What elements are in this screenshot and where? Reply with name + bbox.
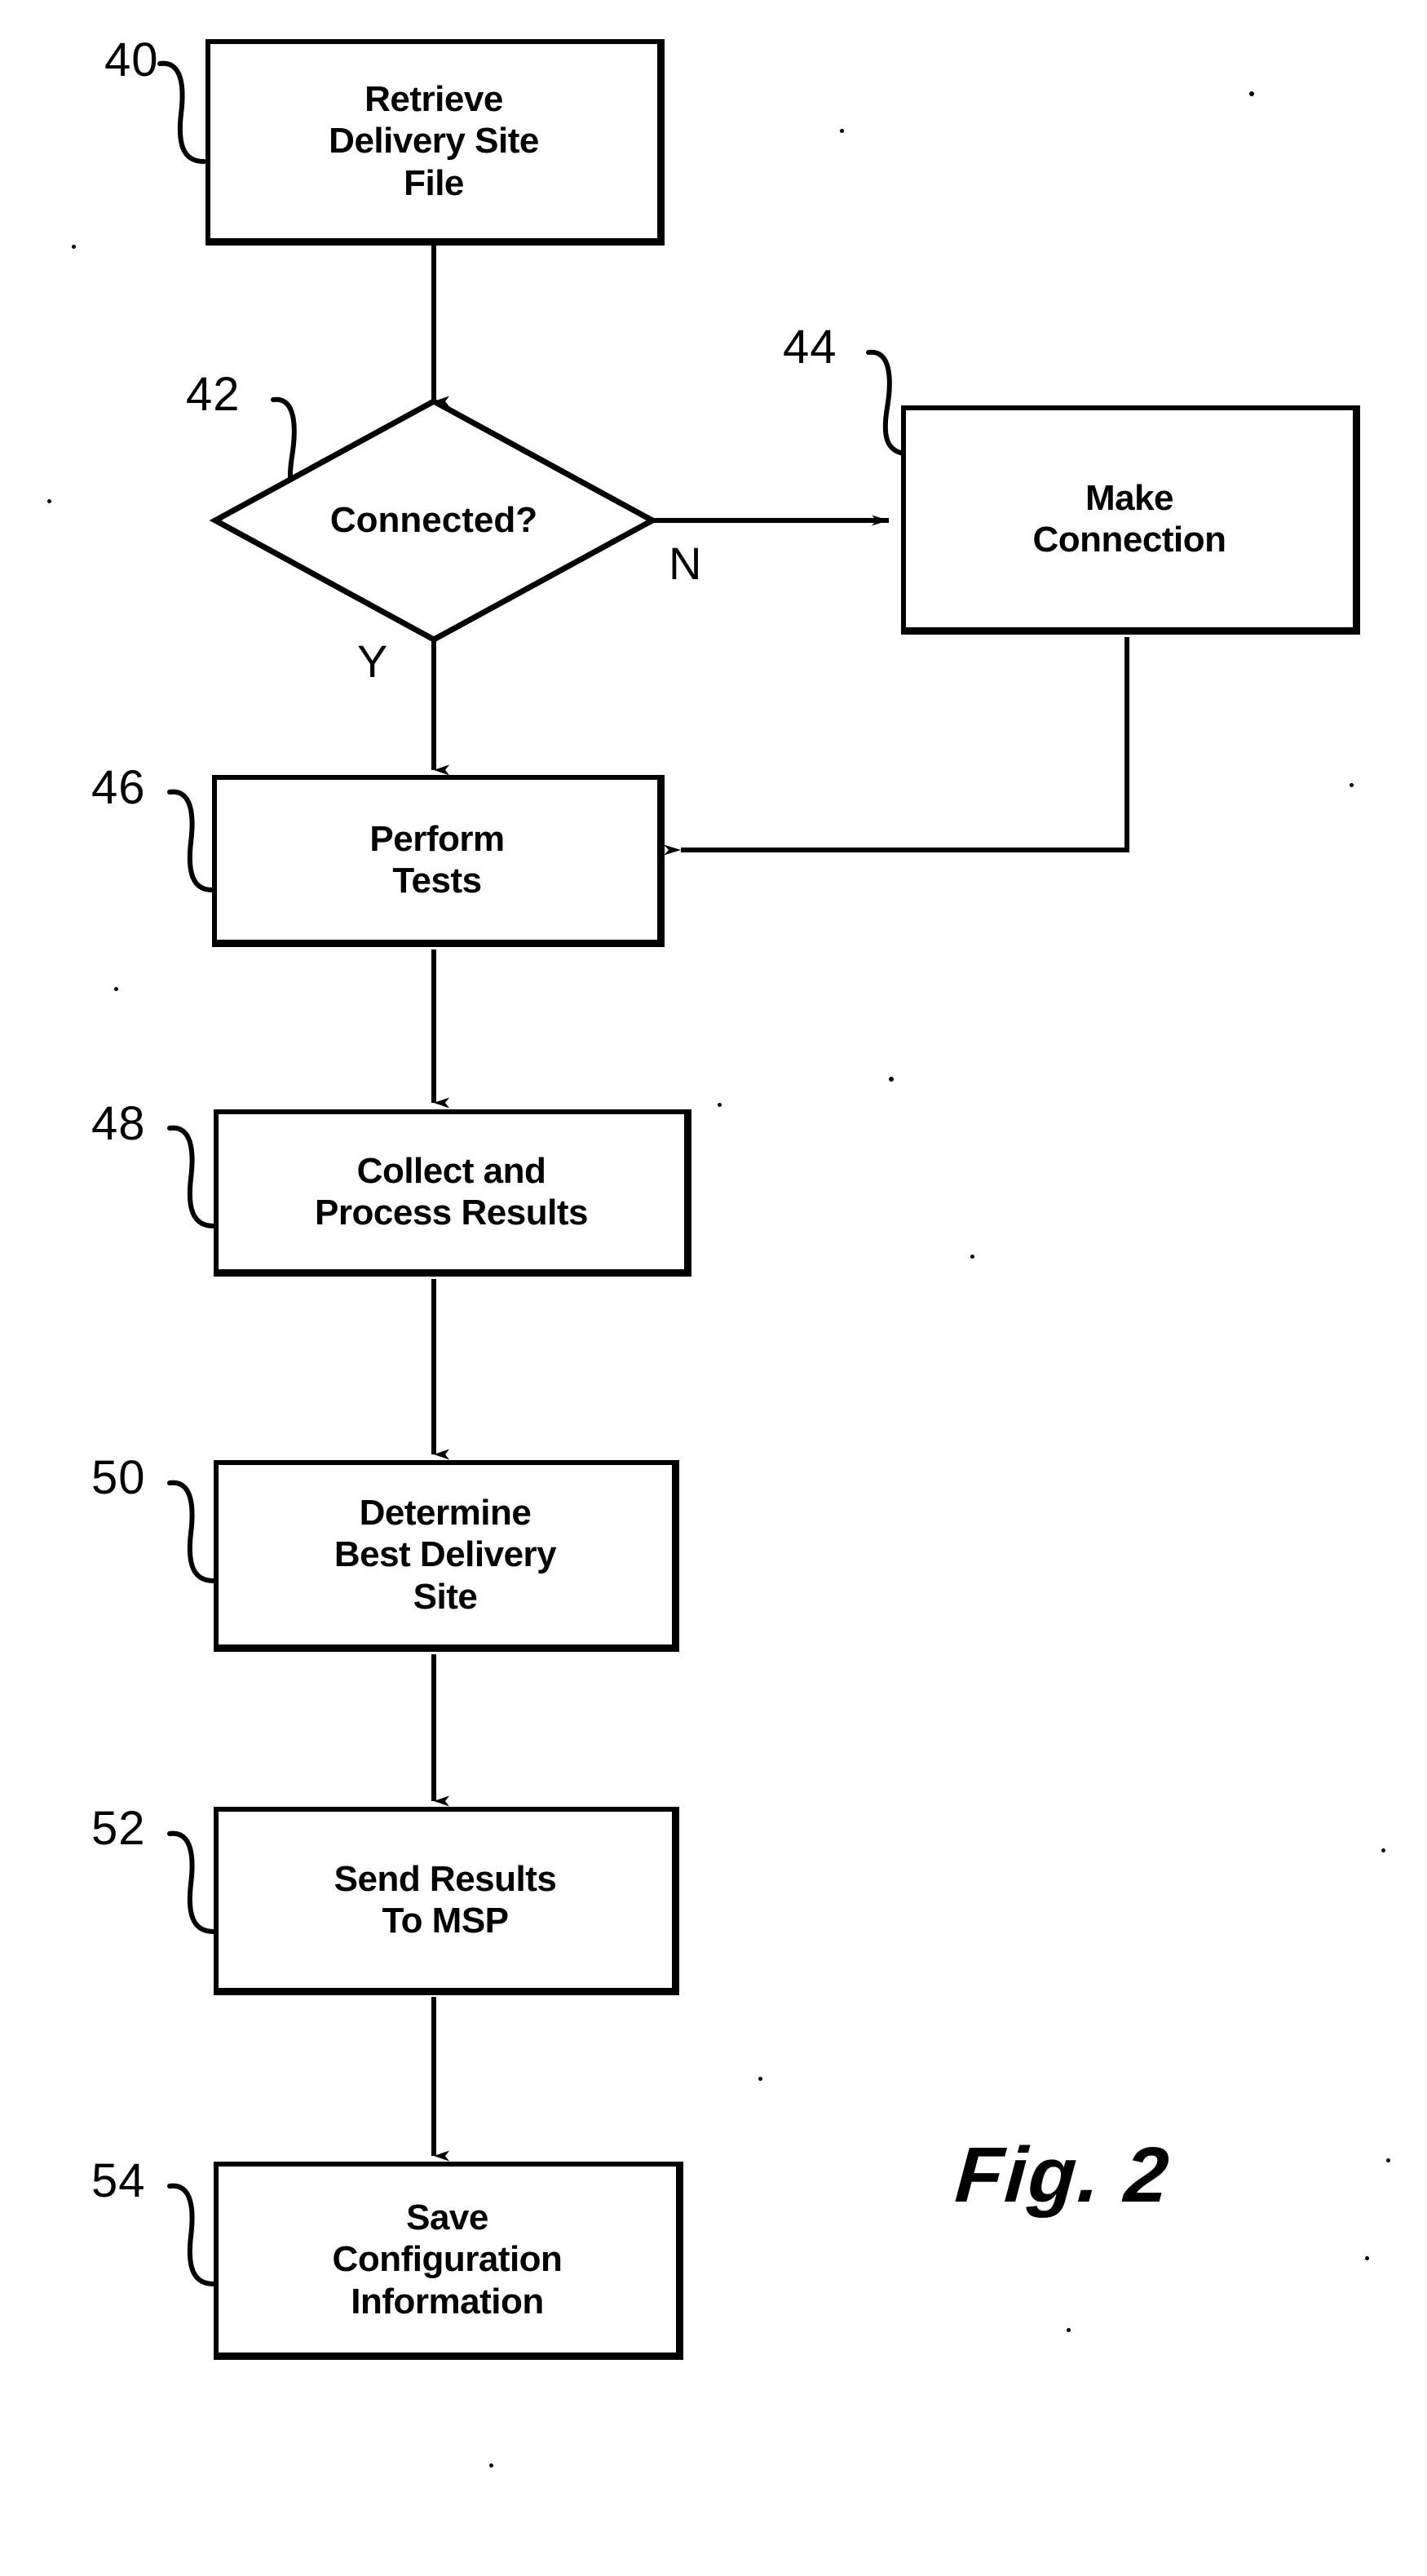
node-label: Save Configuration Information (332, 2197, 563, 2321)
ref-num-44: 44 (783, 321, 837, 374)
ref-num-46: 46 (91, 761, 146, 814)
node-label: Send Results To MSP (334, 1858, 557, 1941)
node-label: Connected? (329, 500, 538, 540)
ref-num-42: 42 (186, 368, 241, 421)
node-send-results-to-msp: Send Results To MSP (214, 1807, 679, 1995)
branch-label-yes: Y (357, 635, 388, 687)
leader-44 (866, 349, 906, 456)
scan-speck (840, 129, 844, 133)
ref-num-52: 52 (91, 1802, 146, 1855)
scan-speck (889, 1077, 894, 1082)
node-connected-decision: Connected? (215, 401, 652, 640)
figure-caption: Fig. 2 (952, 2131, 1173, 2219)
patent-figure: Retrieve Delivery Site File Make Connect… (0, 0, 1427, 2576)
node-label: Collect and Process Results (315, 1150, 588, 1233)
scan-speck (114, 987, 118, 991)
node-label: Determine Best Delivery Site (334, 1492, 557, 1617)
node-label: Perform Tests (369, 818, 505, 901)
leader-54 (167, 2183, 216, 2286)
edge-44-to-46 (664, 637, 1129, 856)
node-collect-and-process-results: Collect and Process Results (214, 1109, 691, 1277)
ref-num-50: 50 (91, 1451, 146, 1504)
node-determine-best-delivery-site: Determine Best Delivery Site (214, 1460, 679, 1652)
ref-num-54: 54 (91, 2154, 146, 2207)
scan-speck (1365, 2256, 1369, 2260)
node-save-configuration-information: Save Configuration Information (214, 2162, 683, 2360)
leader-46 (167, 789, 214, 892)
scan-speck (1067, 2328, 1071, 2332)
branch-label-no: N (669, 538, 702, 589)
scan-speck (47, 499, 51, 503)
leader-50 (167, 1480, 216, 1583)
node-retrieve-delivery-site-file: Retrieve Delivery Site File (205, 39, 665, 246)
scan-speck (758, 2077, 762, 2081)
scan-speck (1249, 91, 1254, 96)
node-label: Make Connection (1032, 477, 1226, 560)
node-perform-tests: Perform Tests (212, 775, 665, 947)
scan-speck (1350, 783, 1354, 787)
ref-num-48: 48 (91, 1097, 146, 1150)
ref-num-40: 40 (104, 33, 159, 86)
scan-speck (718, 1103, 722, 1107)
node-label: Retrieve Delivery Site File (329, 78, 539, 203)
leader-52 (167, 1830, 216, 1934)
scan-speck (1386, 2158, 1390, 2162)
node-make-connection: Make Connection (901, 405, 1360, 635)
scan-speck (72, 245, 76, 249)
leader-48 (167, 1125, 216, 1228)
scan-speck (489, 2463, 493, 2468)
scan-speck (970, 1255, 974, 1259)
leader-40 (157, 60, 206, 164)
scan-speck (1381, 1848, 1385, 1852)
